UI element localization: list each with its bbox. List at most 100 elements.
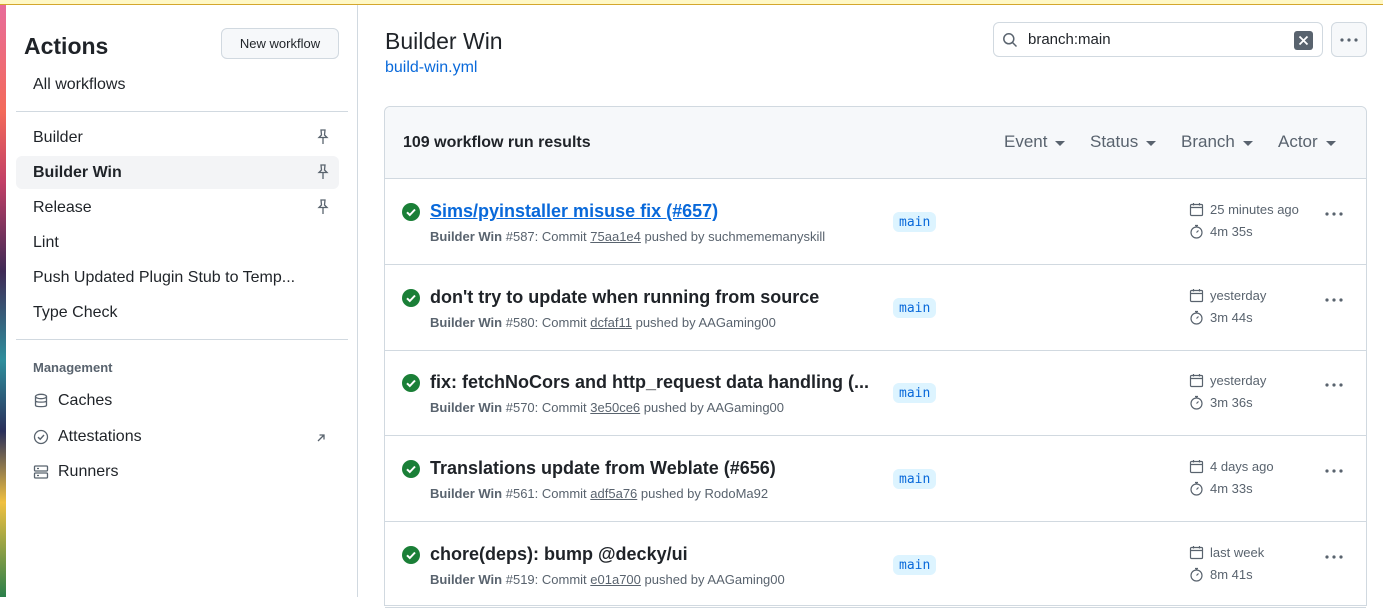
run-row[interactable]: Sims/pyinstaller misuse fix (#657) Build… <box>385 179 1366 265</box>
sidebar-item-caches[interactable]: Caches <box>33 390 112 412</box>
sidebar-item-label: Builder Win <box>33 163 122 181</box>
run-title-link[interactable]: chore(deps): bump @decky/ui <box>430 544 688 565</box>
close-icon <box>1298 35 1309 46</box>
server-icon <box>33 465 49 479</box>
run-workflow: Builder Win <box>430 229 503 244</box>
stopwatch-icon <box>1190 310 1203 325</box>
pin-icon[interactable] <box>315 129 331 145</box>
check-circle-icon <box>402 289 420 307</box>
kebab-horizontal-icon[interactable] <box>1325 383 1343 387</box>
sidebar-item-builder[interactable]: Builder <box>16 121 339 154</box>
stopwatch-icon <box>1190 395 1203 410</box>
sidebar-item-attestations[interactable]: Attestations <box>33 426 142 448</box>
run-date-text: 4 days ago <box>1210 459 1274 474</box>
all-workflows-link[interactable]: All workflows <box>33 76 125 94</box>
run-row[interactable]: don't try to update when running from so… <box>385 265 1366 351</box>
stopwatch-icon <box>1190 567 1203 582</box>
run-number: #519: Commit <box>505 572 587 587</box>
commit-sha-link[interactable]: 75aa1e4 <box>590 229 641 244</box>
sidebar: Actions New workflow All workflows Build… <box>6 5 358 597</box>
run-duration-text: 8m 41s <box>1210 567 1253 582</box>
divider <box>16 111 348 112</box>
clear-search-button[interactable] <box>1294 31 1313 50</box>
search-box[interactable] <box>993 22 1323 57</box>
filter-event[interactable]: Event <box>1004 132 1066 152</box>
search-input[interactable] <box>1026 30 1276 49</box>
run-row[interactable]: chore(deps): bump @decky/ui Builder Win … <box>385 522 1366 608</box>
more-options-button[interactable] <box>1331 22 1367 57</box>
page-title: Builder Win <box>385 28 503 54</box>
kebab-horizontal-icon[interactable] <box>1325 212 1343 216</box>
sidebar-item-label: Push Updated Plugin Stub to Temp... <box>33 268 296 286</box>
run-meta: Builder Win #570: Commit 3e50ce6 pushed … <box>430 400 784 415</box>
run-date: yesterday <box>1189 288 1266 303</box>
runs-header: 109 workflow run results Event Status Br… <box>385 107 1366 179</box>
run-workflow: Builder Win <box>430 572 503 587</box>
database-icon <box>34 393 48 408</box>
filter-label: Status <box>1090 132 1139 151</box>
pin-icon[interactable] <box>315 164 331 180</box>
branch-label[interactable]: main <box>893 212 937 232</box>
run-title-link[interactable]: fix: fetchNoCors and http_request data h… <box>430 372 869 393</box>
run-date-text: yesterday <box>1210 288 1267 303</box>
commit-sha-link[interactable]: e01a700 <box>590 572 641 587</box>
run-duration-text: 3m 44s <box>1210 310 1253 325</box>
run-title-link[interactable]: Translations update from Weblate (#656) <box>430 458 776 479</box>
run-duration-text: 3m 36s <box>1210 395 1253 410</box>
sidebar-item-builder-win[interactable]: Builder Win <box>16 156 339 189</box>
check-circle-icon <box>402 460 420 478</box>
sidebar-item-label: Caches <box>58 392 113 409</box>
check-circle-icon <box>402 546 420 564</box>
commit-sha-link[interactable]: 3e50ce6 <box>590 400 640 415</box>
branch-label[interactable]: main <box>893 298 937 318</box>
triangle-down-icon <box>1146 140 1157 146</box>
run-row[interactable]: fix: fetchNoCors and http_request data h… <box>385 350 1366 436</box>
run-date: yesterday <box>1189 373 1266 388</box>
run-duration: 3m 44s <box>1189 310 1253 325</box>
run-pusher: pushed by AAGaming00 <box>635 315 776 330</box>
sidebar-item-label: Type Check <box>33 303 118 321</box>
sidebar-item-release[interactable]: Release <box>16 191 339 224</box>
filter-actor[interactable]: Actor <box>1278 132 1336 152</box>
run-date: last week <box>1189 545 1264 560</box>
sidebar-item-runners[interactable]: Runners <box>33 461 118 483</box>
branch-label[interactable]: main <box>893 469 937 489</box>
run-row[interactable]: Translations update from Weblate (#656) … <box>385 436 1366 522</box>
kebab-horizontal-icon[interactable] <box>1325 555 1343 559</box>
management-heading: Management <box>33 360 113 375</box>
commit-sha-link[interactable]: adf5a76 <box>590 486 637 501</box>
run-duration: 4m 35s <box>1189 224 1253 239</box>
new-workflow-button[interactable]: New workflow <box>221 28 339 59</box>
run-number: #580: Commit <box>505 315 587 330</box>
commit-sha-link[interactable]: dcfaf11 <box>590 315 632 330</box>
run-title-link[interactable]: Sims/pyinstaller misuse fix (#657) <box>430 201 718 222</box>
run-duration-text: 4m 35s <box>1210 224 1253 239</box>
run-number: #587: Commit <box>505 229 587 244</box>
sidebar-item-label: Attestations <box>58 428 142 445</box>
run-title-link[interactable]: don't try to update when running from so… <box>430 287 819 308</box>
sidebar-item-push-plugin-stub[interactable]: Push Updated Plugin Stub to Temp... <box>16 261 339 294</box>
branch-label[interactable]: main <box>893 555 937 575</box>
pin-icon[interactable] <box>315 199 331 215</box>
run-duration: 4m 33s <box>1189 481 1253 496</box>
sidebar-item-label: Release <box>33 198 92 216</box>
kebab-horizontal-icon[interactable] <box>1325 469 1343 473</box>
external-link-icon <box>317 434 325 442</box>
branch-label[interactable]: main <box>893 383 937 403</box>
kebab-horizontal-icon[interactable] <box>1325 298 1343 302</box>
check-circle-icon <box>402 374 420 392</box>
filter-label: Branch <box>1181 132 1235 151</box>
calendar-icon <box>1189 203 1204 217</box>
filter-label: Event <box>1004 132 1048 151</box>
filter-status[interactable]: Status <box>1090 132 1157 152</box>
stopwatch-icon <box>1190 481 1203 496</box>
kebab-horizontal-icon <box>1340 37 1358 42</box>
sidebar-item-lint[interactable]: Lint <box>16 226 339 259</box>
run-workflow: Builder Win <box>430 400 503 415</box>
sidebar-item-type-check[interactable]: Type Check <box>16 296 339 329</box>
run-date: 4 days ago <box>1189 459 1274 474</box>
results-count: 109 workflow run results <box>403 134 591 151</box>
workflow-file-link[interactable]: build-win.yml <box>385 59 477 77</box>
verified-icon <box>33 429 49 445</box>
filter-branch[interactable]: Branch <box>1181 132 1253 152</box>
